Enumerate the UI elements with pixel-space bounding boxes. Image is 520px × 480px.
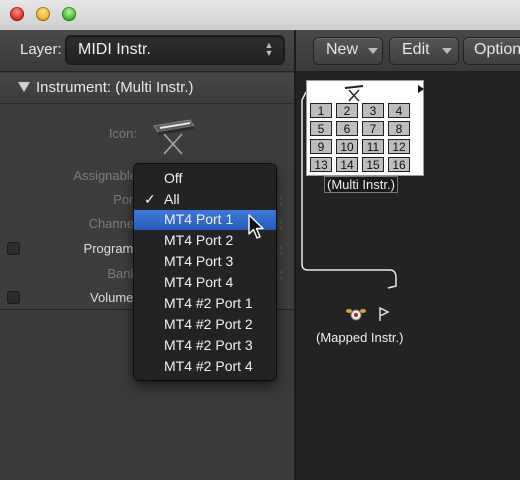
options-menu-button[interactable]: Option	[464, 38, 520, 64]
updown-arrows-icon: ▲ ▼	[264, 40, 274, 58]
volume-label: Volume:	[90, 290, 137, 305]
channel-label: Channel	[88, 216, 137, 231]
channel-cell[interactable]: 11	[362, 139, 384, 154]
minimize-window-button[interactable]	[36, 7, 50, 21]
environment-canvas[interactable]: 1 2 3 4 5 6 7 8 9 10 11 12 13 14 15 16 (…	[296, 72, 520, 480]
bank-stepper-icon[interactable]: ▲ ▼	[276, 268, 286, 283]
menu-item-mt4-2-port-1[interactable]: MT4 #2 Port 1	[134, 294, 276, 314]
drum-kit-icon[interactable]	[346, 304, 366, 322]
new-label: New	[326, 41, 359, 58]
channel-cell[interactable]: 12	[388, 139, 410, 154]
new-menu-button[interactable]: New	[314, 38, 382, 64]
channel-cell[interactable]: 4	[388, 103, 410, 118]
channel-cell[interactable]: 10	[336, 139, 358, 154]
checkmark-icon: ✓	[144, 191, 156, 207]
instrument-section-header[interactable]: Instrument: (Multi Instr.)	[0, 73, 294, 104]
program-stepper-icon[interactable]: ▲ ▼	[276, 243, 286, 258]
layer-value: MIDI Instr.	[78, 41, 151, 58]
channel-cell[interactable]: 5	[310, 121, 332, 136]
menu-item-all[interactable]: ✓ All	[134, 190, 276, 210]
chevron-down-icon	[442, 48, 452, 54]
close-window-button[interactable]	[10, 7, 24, 21]
assignable-label: Assignable	[73, 168, 137, 183]
menu-item-mt4-port-4[interactable]: MT4 Port 4	[134, 273, 276, 293]
instrument-title: Instrument: (Multi Instr.)	[36, 79, 194, 96]
keyboard-icon	[344, 85, 364, 102]
multi-instrument-label[interactable]: (Multi Instr.)	[325, 177, 397, 192]
volume-checkbox[interactable]	[7, 291, 20, 304]
channel-cell[interactable]: 9	[310, 139, 332, 154]
chevron-down-icon	[368, 48, 378, 54]
menu-item-mt4-2-port-3[interactable]: MT4 #2 Port 3	[134, 336, 276, 356]
icon-label: Icon:	[108, 126, 137, 141]
channel-cell[interactable]: 13	[310, 157, 332, 172]
layer-popup[interactable]: MIDI Instr. ▲ ▼	[66, 36, 284, 64]
channel-cell[interactable]: 1	[310, 103, 332, 118]
program-checkbox[interactable]	[7, 242, 20, 255]
keyboard-icon[interactable]	[150, 114, 196, 156]
bank-label: Bank	[107, 266, 137, 281]
channel-cell[interactable]: 6	[336, 121, 358, 136]
edit-label: Edit	[402, 41, 430, 58]
edit-menu-button[interactable]: Edit	[390, 38, 458, 64]
environment-toolbar: New Edit Option	[296, 30, 520, 72]
port-popup-menu: Off ✓ All MT4 Port 1 MT4 Port 2 MT4 Port …	[134, 164, 276, 380]
menu-item-off[interactable]: Off	[134, 169, 276, 189]
disclosure-triangle-icon[interactable]	[18, 82, 30, 92]
channel-stepper-icon[interactable]: ▲ ▼	[276, 218, 286, 233]
channel-cell[interactable]: 16	[388, 157, 410, 172]
channel-cell[interactable]: 14	[336, 157, 358, 172]
channel-cell[interactable]: 7	[362, 121, 384, 136]
layer-label: Layer:	[20, 41, 62, 58]
channel-cell[interactable]: 8	[388, 121, 410, 136]
multi-instrument-object[interactable]: 1 2 3 4 5 6 7 8 9 10 11 12 13 14 15 16	[306, 80, 424, 176]
zoom-window-button[interactable]	[62, 7, 76, 21]
mapped-instrument-label[interactable]: (Mapped Instr.)	[316, 330, 403, 345]
channel-cell[interactable]: 15	[362, 157, 384, 172]
menu-item-mt4-2-port-2[interactable]: MT4 #2 Port 2	[134, 315, 276, 335]
environment-area: New Edit Option 1 2 3 4 5 6 7 8 9 10 11 …	[296, 30, 520, 480]
output-port-icon[interactable]	[418, 85, 424, 93]
title-bar	[0, 0, 520, 31]
channel-cell[interactable]: 2	[336, 103, 358, 118]
mouse-cursor-icon	[248, 214, 264, 239]
channel-cell[interactable]: 3	[362, 103, 384, 118]
port-stepper-icon[interactable]: ▲ ▼	[276, 194, 286, 209]
options-label: Option	[474, 41, 520, 58]
program-label: Program:	[83, 241, 137, 256]
layer-bar: Layer: MIDI Instr. ▲ ▼	[0, 30, 294, 72]
menu-item-mt4-port-3[interactable]: MT4 Port 3	[134, 252, 276, 272]
mapped-input-port-icon[interactable]	[378, 306, 390, 322]
menu-item-mt4-2-port-4[interactable]: MT4 #2 Port 4	[134, 357, 276, 377]
